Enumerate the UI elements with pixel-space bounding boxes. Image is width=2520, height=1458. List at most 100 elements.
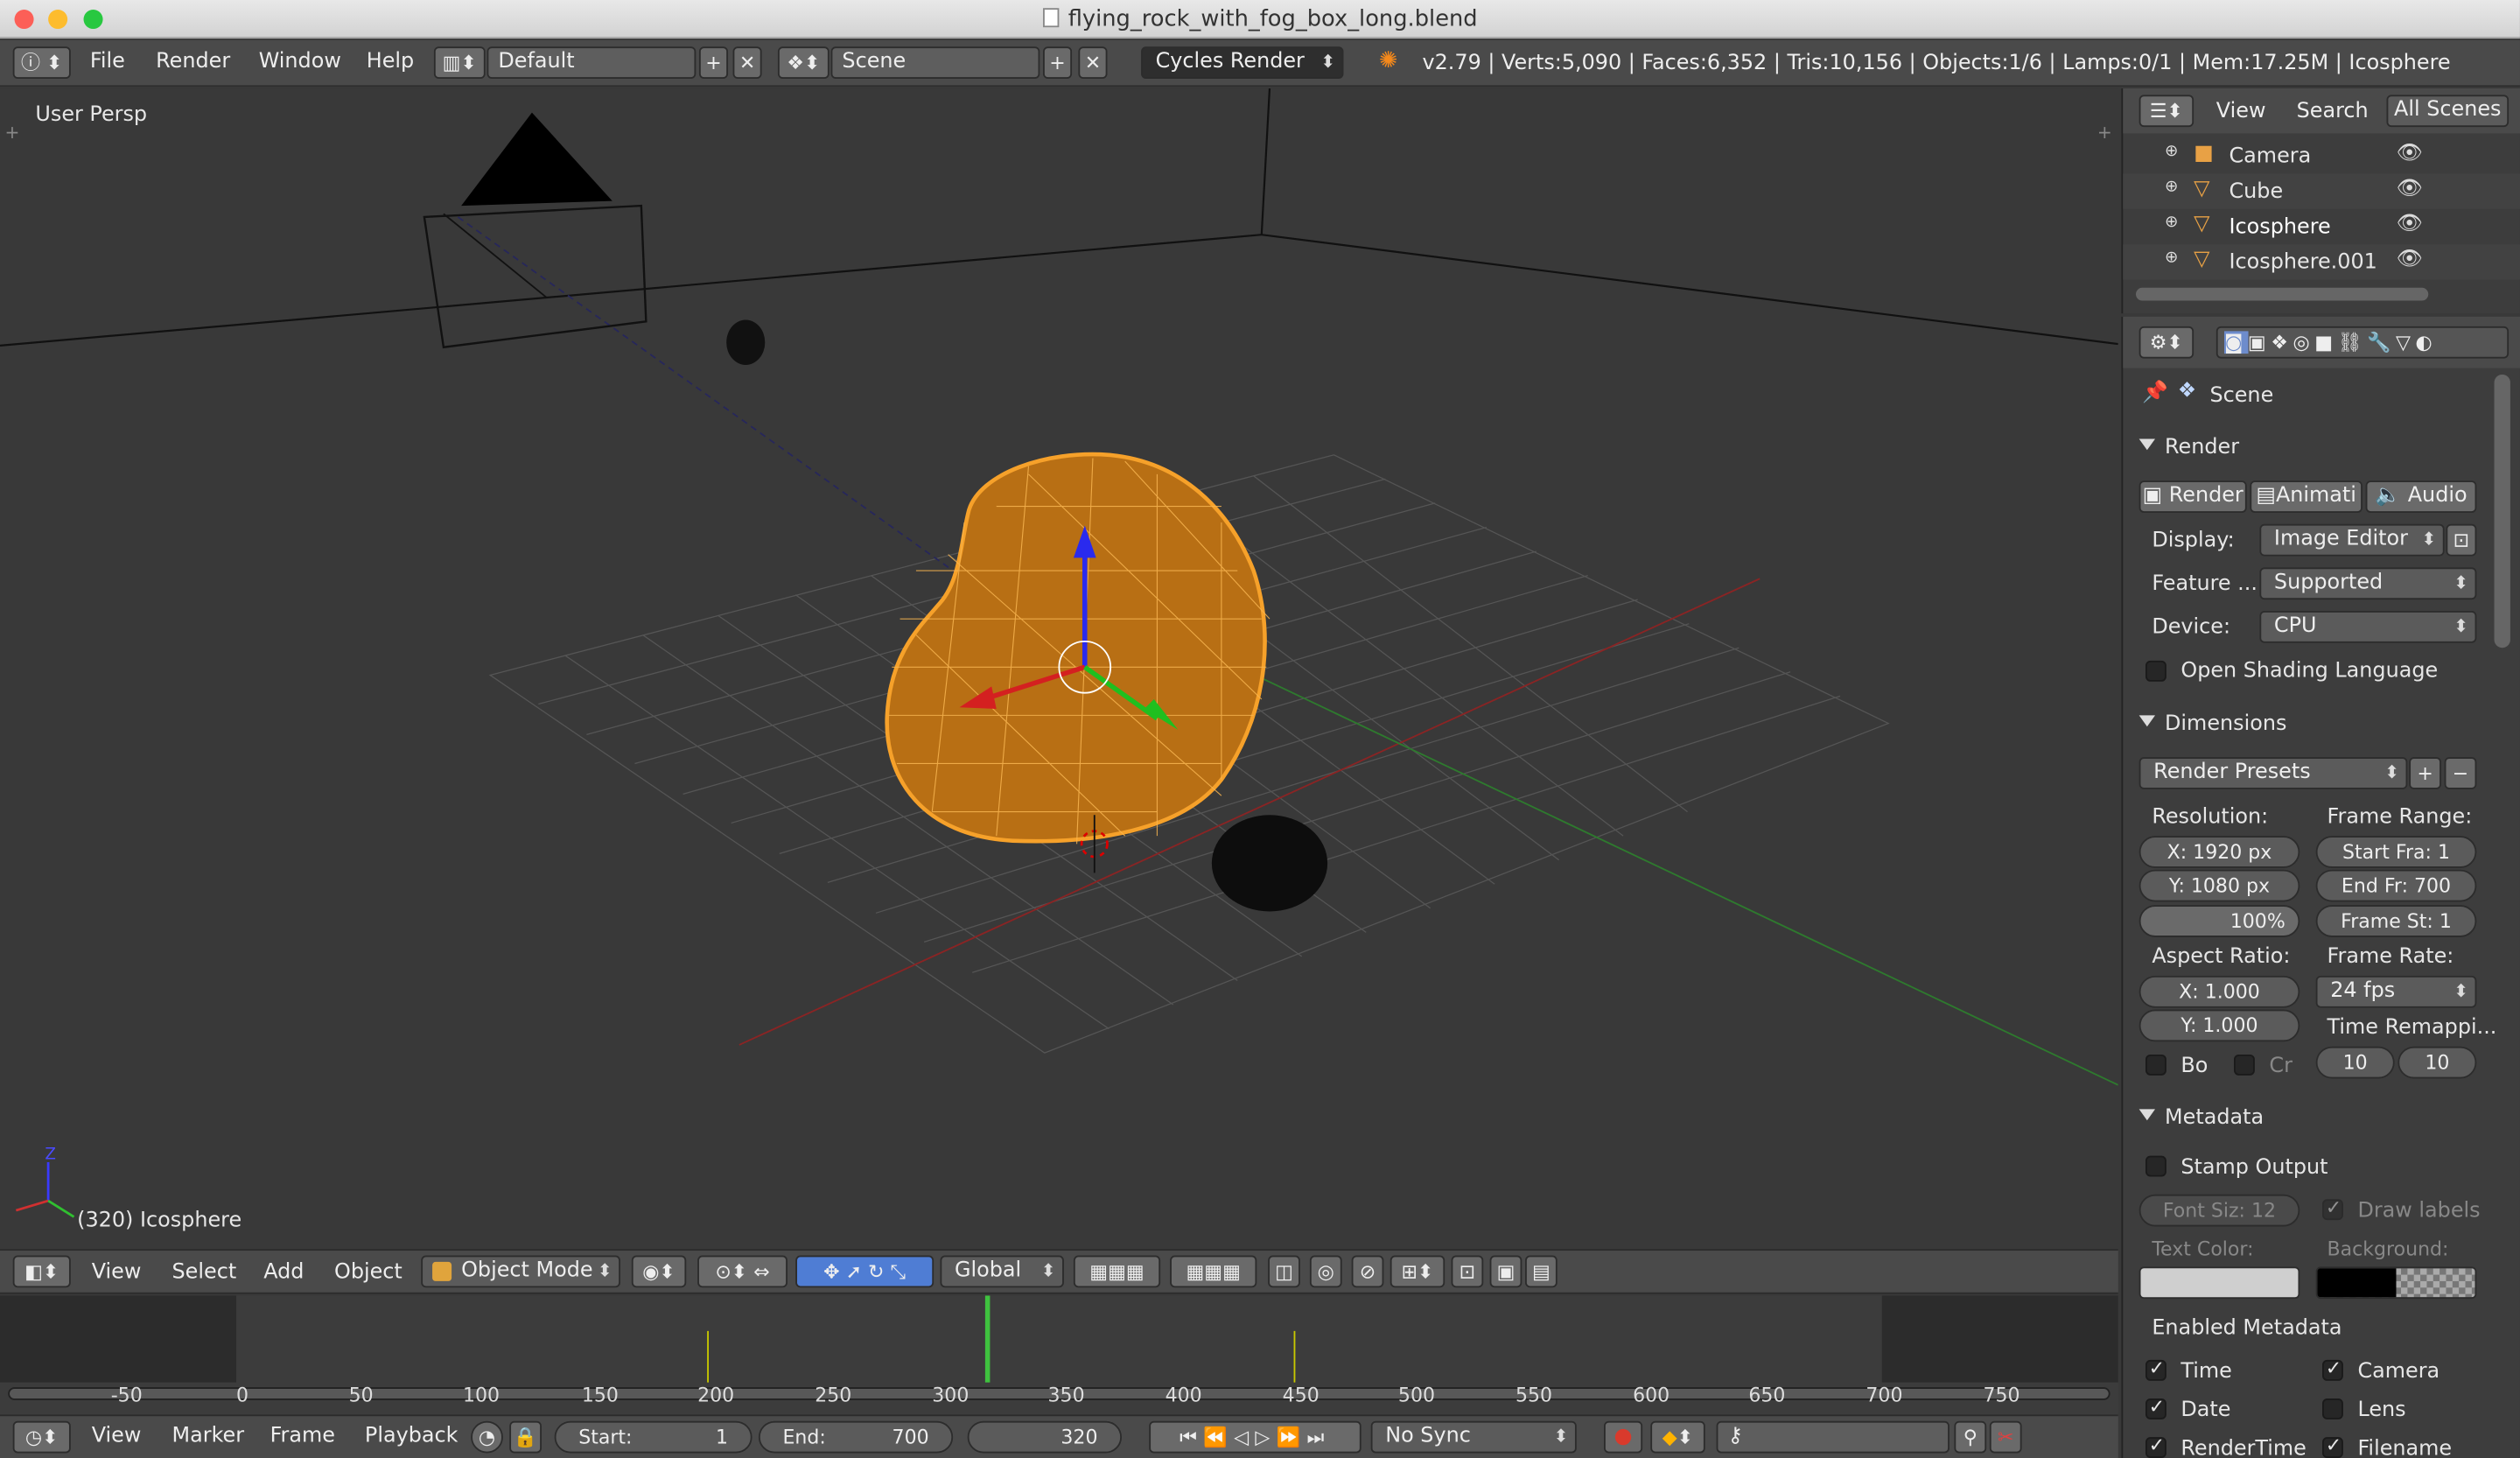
render-section-header[interactable]: Render	[2123, 426, 2492, 471]
scene-name-field[interactable]: Scene	[830, 46, 1040, 80]
text-color-swatch[interactable]	[2138, 1266, 2300, 1300]
device-select[interactable]: CPU	[2259, 610, 2477, 643]
menu-file[interactable]: File	[90, 50, 125, 74]
editor-type-outliner-button[interactable]: ☰⬍	[2138, 95, 2194, 128]
outliner-display-mode[interactable]: All Scenes	[2386, 95, 2510, 128]
time-remap-new-field[interactable]: 10	[2398, 1046, 2477, 1079]
menu-frame[interactable]: Frame	[270, 1424, 335, 1448]
editor-type-properties-button[interactable]: ⚙⬍	[2138, 326, 2194, 359]
menu-window[interactable]: Window	[259, 50, 341, 74]
outliner-menu-view[interactable]: View	[2216, 100, 2266, 124]
meta-date-checkbox[interactable]	[2145, 1395, 2166, 1419]
render-image-button[interactable]: ▣ Render	[2138, 480, 2247, 513]
visibility-eye-icon[interactable]: 👁	[2397, 212, 2423, 236]
record-icon[interactable]	[1604, 1420, 1643, 1454]
lock-interface-icon[interactable]: ⊡	[2446, 523, 2477, 557]
end-frame-field[interactable]: End: 700	[758, 1420, 954, 1454]
editor-type-info-button[interactable]: ⓘ ⬍	[12, 46, 71, 80]
display-select[interactable]: Image Editor	[2259, 523, 2445, 557]
lock-time-icon[interactable]: 🔒	[509, 1420, 542, 1454]
toolshelf-toggle-icon[interactable]: +	[5, 123, 20, 144]
insert-keyframe-icon[interactable]: ⚲	[1954, 1420, 1987, 1454]
menu-add[interactable]: Add	[263, 1260, 304, 1285]
menu-view[interactable]: View	[92, 1260, 142, 1285]
frame-rate-select[interactable]: 24 fps	[2315, 975, 2477, 1008]
opengl-render-image-icon[interactable]: ▣	[1489, 1255, 1522, 1288]
start-frame-field[interactable]: Start: 1	[554, 1420, 752, 1454]
add-preset-button[interactable]: +	[2409, 757, 2441, 789]
meta-time-checkbox[interactable]	[2145, 1356, 2166, 1381]
meta-lens-checkbox[interactable]	[2322, 1398, 2343, 1419]
osl-checkbox[interactable]	[2145, 660, 2166, 682]
feature-set-select[interactable]: Supported	[2259, 567, 2477, 600]
font-size-field[interactable]: Font Siz: 12	[2138, 1194, 2300, 1227]
visibility-eye-icon[interactable]: 👁	[2397, 248, 2423, 272]
snap-toggle-icon[interactable]: ⊘	[1351, 1255, 1384, 1288]
zoom-window-button[interactable]	[83, 10, 103, 30]
visibility-eye-icon[interactable]: 👁	[2397, 142, 2423, 166]
outliner-item-icosphere[interactable]: ⊕ ▽ Icosphere 👁	[2123, 209, 2520, 244]
3d-viewport[interactable]: User Persp + + Z (320) Icosphere	[0, 88, 2118, 1250]
border-checkbox[interactable]	[2145, 1054, 2166, 1076]
opengl-render-animation-icon[interactable]: ▤	[1525, 1255, 1558, 1288]
render-presets-select[interactable]: Render Presets	[2138, 757, 2408, 789]
interaction-mode-select[interactable]: Object Mode	[421, 1255, 620, 1288]
aspect-x-field[interactable]: X: 1.000	[2138, 975, 2300, 1008]
crop-checkbox[interactable]	[2234, 1054, 2255, 1076]
playback-controls[interactable]: ⏮⏪◁▷⏩⏭	[1149, 1420, 1362, 1454]
preview-range-icon[interactable]: ◔	[471, 1420, 503, 1454]
outliner-item-cube[interactable]: ⊕ ▽ Cube 👁	[2123, 173, 2520, 209]
current-frame-indicator[interactable]	[984, 1295, 990, 1383]
properties-shelf-toggle-icon[interactable]: +	[2097, 123, 2112, 144]
menu-render[interactable]: Render	[156, 50, 230, 74]
resolution-y-field[interactable]: Y: 1080 px	[2138, 869, 2300, 902]
minimize-window-button[interactable]	[48, 10, 68, 30]
manipulator-buttons[interactable]: ✥ ➚ ↻ ⤡	[795, 1255, 934, 1288]
properties-scrollbar[interactable]	[2494, 374, 2510, 648]
add-layout-button[interactable]: +	[698, 46, 729, 80]
resolution-percentage-field[interactable]: 100%	[2138, 905, 2300, 937]
draw-labels-checkbox[interactable]	[2322, 1196, 2343, 1221]
snap-element-icon[interactable]: ⊞⬍	[1390, 1255, 1446, 1288]
current-frame-field[interactable]: 320	[967, 1420, 1123, 1454]
remove-layout-button[interactable]: ✕	[732, 46, 762, 80]
lock-layers-icon[interactable]: ◫	[1268, 1255, 1300, 1288]
frame-start-field[interactable]: Start Fra: 1	[2315, 836, 2477, 868]
add-scene-button[interactable]: +	[1043, 46, 1073, 80]
proportional-edit-icon[interactable]: ◎	[1309, 1255, 1342, 1288]
expand-icon[interactable]: ⊕	[2165, 214, 2178, 231]
dimensions-section-header[interactable]: Dimensions	[2123, 703, 2492, 747]
menu-playback[interactable]: Playback	[365, 1424, 458, 1448]
render-animation-button[interactable]: ▤Animati	[2250, 480, 2362, 513]
stamp-output-checkbox[interactable]	[2145, 1155, 2166, 1177]
sync-mode-select[interactable]: No Sync	[1370, 1420, 1577, 1454]
menu-timeline-view[interactable]: View	[92, 1424, 142, 1448]
scene-layers-right[interactable]: ▦▦▦	[1170, 1255, 1257, 1288]
menu-help[interactable]: Help	[367, 50, 414, 74]
viewport-shading-button[interactable]: ◉⬍	[631, 1255, 687, 1288]
outliner-item-icosphere-001[interactable]: ⊕ ▽ Icosphere.001 👁	[2123, 244, 2520, 280]
pin-icon[interactable]: 📌	[2142, 381, 2168, 405]
meta-camera-checkbox[interactable]	[2322, 1356, 2343, 1381]
outliner-item-camera[interactable]: ⊕ ■ Camera 👁	[2123, 138, 2520, 173]
scene-layers-left[interactable]: ▦▦▦	[1073, 1255, 1161, 1288]
menu-select[interactable]: Select	[172, 1260, 237, 1285]
expand-icon[interactable]: ⊕	[2165, 179, 2178, 196]
meta-rendertime-checkbox[interactable]	[2145, 1433, 2166, 1458]
render-audio-button[interactable]: 🔈 Audio	[2365, 480, 2477, 513]
snap-target-icon[interactable]: ⊡	[1451, 1255, 1484, 1288]
layout-name-field[interactable]: Default	[486, 46, 696, 80]
meta-filename-checkbox[interactable]	[2322, 1433, 2343, 1458]
time-remap-old-field[interactable]: 10	[2315, 1046, 2395, 1079]
scene-icon[interactable]: ❖⬍	[777, 46, 830, 80]
editor-type-3dview-button[interactable]: ◧⬍	[12, 1255, 71, 1288]
visibility-eye-icon[interactable]: 👁	[2397, 177, 2423, 201]
close-window-button[interactable]	[14, 10, 34, 30]
metadata-section-header[interactable]: Metadata	[2123, 1097, 2492, 1141]
keying-icon[interactable]: ◆⬍	[1650, 1420, 1705, 1454]
keying-set-field[interactable]: ⚷	[1716, 1420, 1950, 1454]
remove-preset-button[interactable]: −	[2444, 757, 2477, 789]
delete-keyframe-icon[interactable]: ✂	[1989, 1420, 2022, 1454]
background-color-swatch[interactable]	[2315, 1266, 2477, 1300]
resolution-x-field[interactable]: X: 1920 px	[2138, 836, 2300, 868]
